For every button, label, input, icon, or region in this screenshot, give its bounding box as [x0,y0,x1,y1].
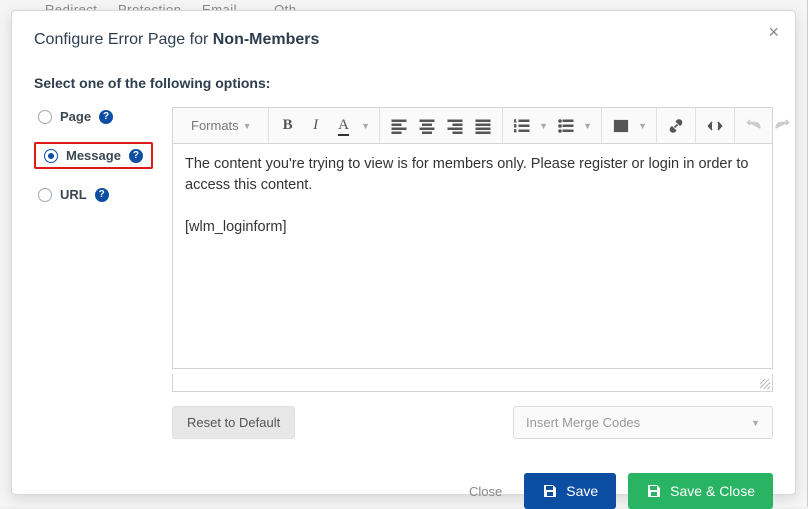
italic-button[interactable]: I [303,113,329,139]
numbered-list-button[interactable]: 123 [509,113,535,139]
close-button[interactable]: Close [459,478,512,505]
align-justify-button[interactable] [470,113,496,139]
svg-text:3: 3 [514,128,517,133]
code-button[interactable] [702,113,728,139]
text-color-dropdown[interactable]: ▼ [359,113,373,139]
section-heading: Select one of the following options: [34,75,773,91]
option-page[interactable]: Page ? [34,107,154,126]
message-editor[interactable] [172,143,773,369]
save-and-close-button[interactable]: Save & Close [628,473,773,509]
help-icon[interactable]: ? [95,188,109,202]
editor-area: Formats ▼ B I A ▼ [172,107,773,439]
undo-button[interactable] [741,113,767,139]
table-button[interactable] [608,113,634,139]
link-button[interactable] [663,113,689,139]
option-url[interactable]: URL ? [34,185,154,204]
save-button[interactable]: Save [524,473,616,509]
option-message[interactable]: Message ? [40,146,147,165]
save-icon [542,483,558,499]
redo-button[interactable] [769,113,795,139]
bullet-list-button[interactable] [553,113,579,139]
option-url-label: URL [60,187,87,202]
reset-to-default-button[interactable]: Reset to Default [172,406,295,439]
chevron-down-icon: ▼ [243,121,252,131]
option-message-label: Message [66,148,121,163]
align-left-button[interactable] [386,113,412,139]
radio-icon [38,188,52,202]
help-icon[interactable]: ? [99,110,113,124]
bold-button[interactable]: B [275,113,301,139]
modal-title-bold: Non-Members [213,31,320,48]
modal-title-prefix: Configure Error Page for [34,31,213,48]
save-icon [646,483,662,499]
save-label: Save [566,483,598,499]
modal-title: Configure Error Page for Non-Members [34,31,773,49]
options-group: Page ? Message ? URL ? [34,107,154,439]
insert-merge-codes-select[interactable]: Insert Merge Codes ▼ [513,406,773,439]
resize-grip-icon[interactable] [760,379,770,389]
merge-codes-placeholder: Insert Merge Codes [526,415,640,430]
highlight-box: Message ? [34,142,153,169]
close-icon[interactable]: × [768,23,779,41]
formats-label: Formats [191,118,239,133]
modal-footer: Close Save Save & Close [34,473,773,509]
bullet-list-dropdown[interactable]: ▼ [581,113,595,139]
save-close-label: Save & Close [670,483,755,499]
align-right-button[interactable] [442,113,468,139]
formats-dropdown[interactable]: Formats ▼ [181,118,262,133]
option-page-label: Page [60,109,91,124]
align-center-button[interactable] [414,113,440,139]
numbered-list-dropdown[interactable]: ▼ [537,113,551,139]
radio-icon [38,110,52,124]
table-dropdown[interactable]: ▼ [636,113,650,139]
chevron-down-icon: ▼ [751,418,760,428]
radio-icon [44,149,58,163]
help-icon[interactable]: ? [129,149,143,163]
text-color-button[interactable]: A [331,113,357,139]
configure-error-page-modal: × Configure Error Page for Non-Members S… [11,10,796,495]
editor-statusbar [172,374,773,392]
editor-toolbar: Formats ▼ B I A ▼ [172,107,773,143]
